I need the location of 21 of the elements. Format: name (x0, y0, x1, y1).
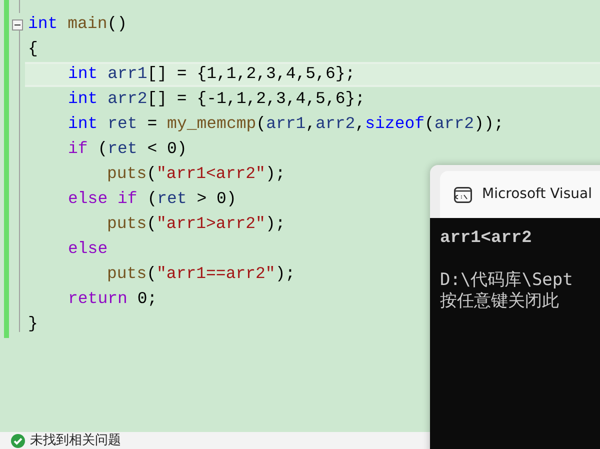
console-tab[interactable]: Microsoft Visual (440, 171, 600, 218)
code-line: int arr2[] = {-1,1,2,3,4,5,6}; (67, 91, 366, 108)
console-line: D:\代码库\Sept (440, 270, 574, 291)
code-line: } (28, 316, 38, 333)
code-line: else (67, 241, 108, 258)
code-line: int ret = my_memcmp(arr1,arr2,sizeof(arr2)); (67, 116, 504, 133)
console-line: arr1<arr2 (440, 228, 533, 249)
code-line: puts("arr1==arr2"); (106, 266, 296, 283)
code-line: if (ret < 0) (67, 141, 187, 158)
console-line: 按任意键关闭此 (440, 291, 560, 312)
status-text: 未找到相关问题 (30, 432, 121, 449)
code-line: int arr1[] = {1,1,2,3,4,5,6}; (67, 66, 356, 83)
code-line: puts("arr1>arr2"); (106, 216, 286, 233)
collapse-icon[interactable] (12, 19, 23, 30)
code-line: { (28, 41, 38, 58)
code-line: return 0; (67, 291, 158, 308)
window-title: Microsoft Visual (482, 185, 592, 204)
terminal-icon (454, 186, 472, 202)
code-line: int main() (28, 16, 128, 33)
code-line: else if (ret > 0) (67, 191, 236, 208)
code-line: puts("arr1<arr2"); (106, 166, 286, 183)
